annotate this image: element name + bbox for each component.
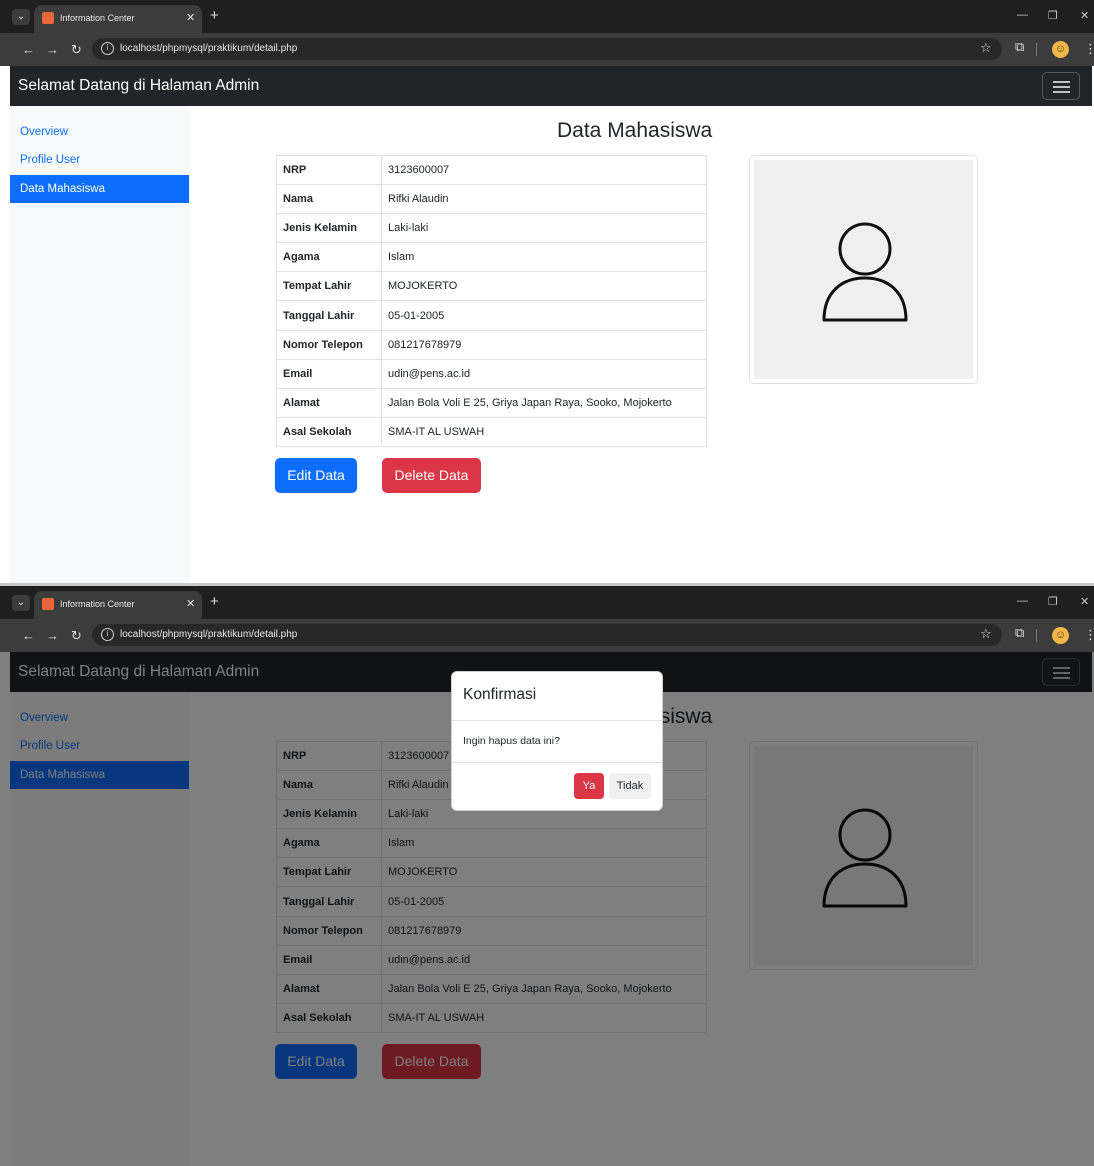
address-toolbar: ← → ↻ i localhost/phpmysql/praktikum/det… xyxy=(0,619,1094,652)
browser-tab-strip: ⌄ Information Center ✕ + — ❐ ✕ xyxy=(0,0,1094,33)
sidebar-item-profile-user[interactable]: Profile User xyxy=(10,146,189,174)
bookmark-star-icon[interactable]: ☆ xyxy=(980,40,992,56)
row-key: Agama xyxy=(276,242,382,273)
forward-icon[interactable]: → xyxy=(46,628,59,643)
table-row: Tempat LahirMOJOKERTO xyxy=(276,271,707,302)
page-title: Data Mahasiswa xyxy=(557,119,713,142)
screenshot-delete-confirm: ⌄ Information Center ✕ + — ❐ ✕ ← → ↻ i l… xyxy=(0,586,1094,1166)
confirm-yes-button[interactable]: Ya xyxy=(574,773,604,799)
profile-avatar-icon[interactable]: ☺ xyxy=(1052,41,1069,58)
table-row: Emailudin@pens.ac.id xyxy=(276,358,707,389)
row-key: Alamat xyxy=(276,387,382,418)
tab-title: Information Center xyxy=(60,13,135,23)
row-value: 081217678979 xyxy=(381,329,707,360)
tab-close-icon[interactable]: ✕ xyxy=(186,597,195,610)
address-toolbar: ← → ↻ i localhost/phpmysql/praktikum/det… xyxy=(0,33,1094,66)
url-text: localhost/phpmysql/praktikum/detail.php xyxy=(120,43,298,54)
close-window-icon[interactable]: ✕ xyxy=(1080,595,1089,608)
site-info-icon[interactable]: i xyxy=(101,628,114,641)
table-row: NRP3123600007 xyxy=(276,154,707,186)
confirm-no-button[interactable]: Tidak xyxy=(609,773,651,799)
reload-icon[interactable]: ↻ xyxy=(71,42,82,58)
back-icon[interactable]: ← xyxy=(22,628,35,643)
site-info-icon[interactable]: i xyxy=(101,42,114,55)
screenshot-detail-page: ⌄ Information Center ✕ + — ❐ ✕ ← → ↻ i l… xyxy=(0,0,1094,583)
extensions-icon[interactable]: ⧉ xyxy=(1015,39,1024,55)
row-value: Rifki Alaudin xyxy=(381,184,707,215)
address-bar[interactable]: i localhost/phpmysql/praktikum/detail.ph… xyxy=(92,624,1002,646)
url-text: localhost/phpmysql/praktikum/detail.php xyxy=(120,629,298,640)
row-value: 3123600007 xyxy=(381,154,707,186)
table-row: AlamatJalan Bola Voli E 25, Griya Japan … xyxy=(276,387,707,418)
row-key: Nama xyxy=(276,184,382,215)
favicon-icon xyxy=(42,12,54,24)
sidebar-item-overview[interactable]: Overview xyxy=(10,118,189,146)
tab-title: Information Center xyxy=(60,599,135,609)
browser-tab[interactable]: Information Center ✕ xyxy=(34,5,202,33)
row-key: NRP xyxy=(276,154,382,186)
student-detail-table: NRP3123600007 NamaRifki Alaudin Jenis Ke… xyxy=(276,154,707,447)
sidebar-item-data-mahasiswa[interactable]: Data Mahasiswa xyxy=(10,175,189,203)
profile-avatar-icon[interactable]: ☺ xyxy=(1052,627,1069,644)
extensions-icon[interactable]: ⧉ xyxy=(1015,625,1024,641)
confirm-modal: Konfirmasi Ingin hapus data ini? Ya Tida… xyxy=(451,671,663,811)
forward-icon[interactable]: → xyxy=(46,42,59,57)
row-key: Tanggal Lahir xyxy=(276,300,382,331)
table-row: NamaRifki Alaudin xyxy=(276,184,707,215)
minimize-icon[interactable]: — xyxy=(1017,9,1028,21)
restore-icon[interactable]: ❐ xyxy=(1048,9,1058,22)
navbar-toggler-icon[interactable] xyxy=(1042,72,1080,100)
row-value: MOJOKERTO xyxy=(381,271,707,302)
row-value: Islam xyxy=(381,242,707,273)
table-row: Tanggal Lahir05-01-2005 xyxy=(276,300,707,331)
table-row: AgamaIslam xyxy=(276,242,707,273)
sidebar: Overview Profile User Data Mahasiswa xyxy=(10,106,189,583)
row-value: SMA-IT AL USWAH xyxy=(381,416,707,447)
row-key: Asal Sekolah xyxy=(276,416,382,447)
address-bar[interactable]: i localhost/phpmysql/praktikum/detail.ph… xyxy=(92,38,1002,60)
reload-icon[interactable]: ↻ xyxy=(71,628,82,644)
browser-menu-icon[interactable]: ⋮ xyxy=(1084,627,1094,643)
admin-navbar: Selamat Datang di Halaman Admin xyxy=(10,66,1092,106)
row-value: Laki-laki xyxy=(381,213,707,244)
modal-footer-divider xyxy=(452,762,662,763)
row-value: 05-01-2005 xyxy=(381,300,707,331)
main-content: Data Mahasiswa NRP3123600007 NamaRifki A… xyxy=(189,106,1092,583)
row-value: Jalan Bola Voli E 25, Griya Japan Raya, … xyxy=(381,387,707,418)
user-placeholder-icon xyxy=(822,222,908,322)
favicon-icon xyxy=(42,598,54,610)
new-tab-button[interactable]: + xyxy=(210,7,219,24)
new-tab-button[interactable]: + xyxy=(210,593,219,610)
row-key: Nomor Telepon xyxy=(276,329,382,360)
browser-menu-icon[interactable]: ⋮ xyxy=(1084,41,1094,57)
row-key: Jenis Kelamin xyxy=(276,213,382,244)
row-key: Tempat Lahir xyxy=(276,271,382,302)
row-value: udin@pens.ac.id xyxy=(381,358,707,389)
tab-search-icon[interactable]: ⌄ xyxy=(12,595,30,611)
back-icon[interactable]: ← xyxy=(22,42,35,57)
navbar-brand[interactable]: Selamat Datang di Halaman Admin xyxy=(18,77,259,95)
profile-photo xyxy=(749,155,978,384)
toolbar-divider xyxy=(1036,43,1037,56)
tab-search-icon[interactable]: ⌄ xyxy=(12,9,30,25)
table-row: Asal SekolahSMA-IT AL USWAH xyxy=(276,416,707,447)
modal-header-divider xyxy=(452,720,662,721)
table-row: Jenis KelaminLaki-laki xyxy=(276,213,707,244)
browser-tab[interactable]: Information Center ✕ xyxy=(34,591,202,619)
edit-data-button[interactable]: Edit Data xyxy=(275,458,357,493)
restore-icon[interactable]: ❐ xyxy=(1048,595,1058,608)
modal-title: Konfirmasi xyxy=(463,686,537,703)
delete-data-button[interactable]: Delete Data xyxy=(382,458,481,493)
browser-tab-strip: ⌄ Information Center ✕ + — ❐ ✕ xyxy=(0,586,1094,619)
close-window-icon[interactable]: ✕ xyxy=(1080,9,1089,22)
minimize-icon[interactable]: — xyxy=(1017,595,1028,607)
modal-message: Ingin hapus data ini? xyxy=(463,735,560,747)
table-row: Nomor Telepon081217678979 xyxy=(276,329,707,360)
row-key: Email xyxy=(276,358,382,389)
toolbar-divider xyxy=(1036,629,1037,642)
tab-close-icon[interactable]: ✕ xyxy=(186,11,195,24)
bookmark-star-icon[interactable]: ☆ xyxy=(980,626,992,642)
